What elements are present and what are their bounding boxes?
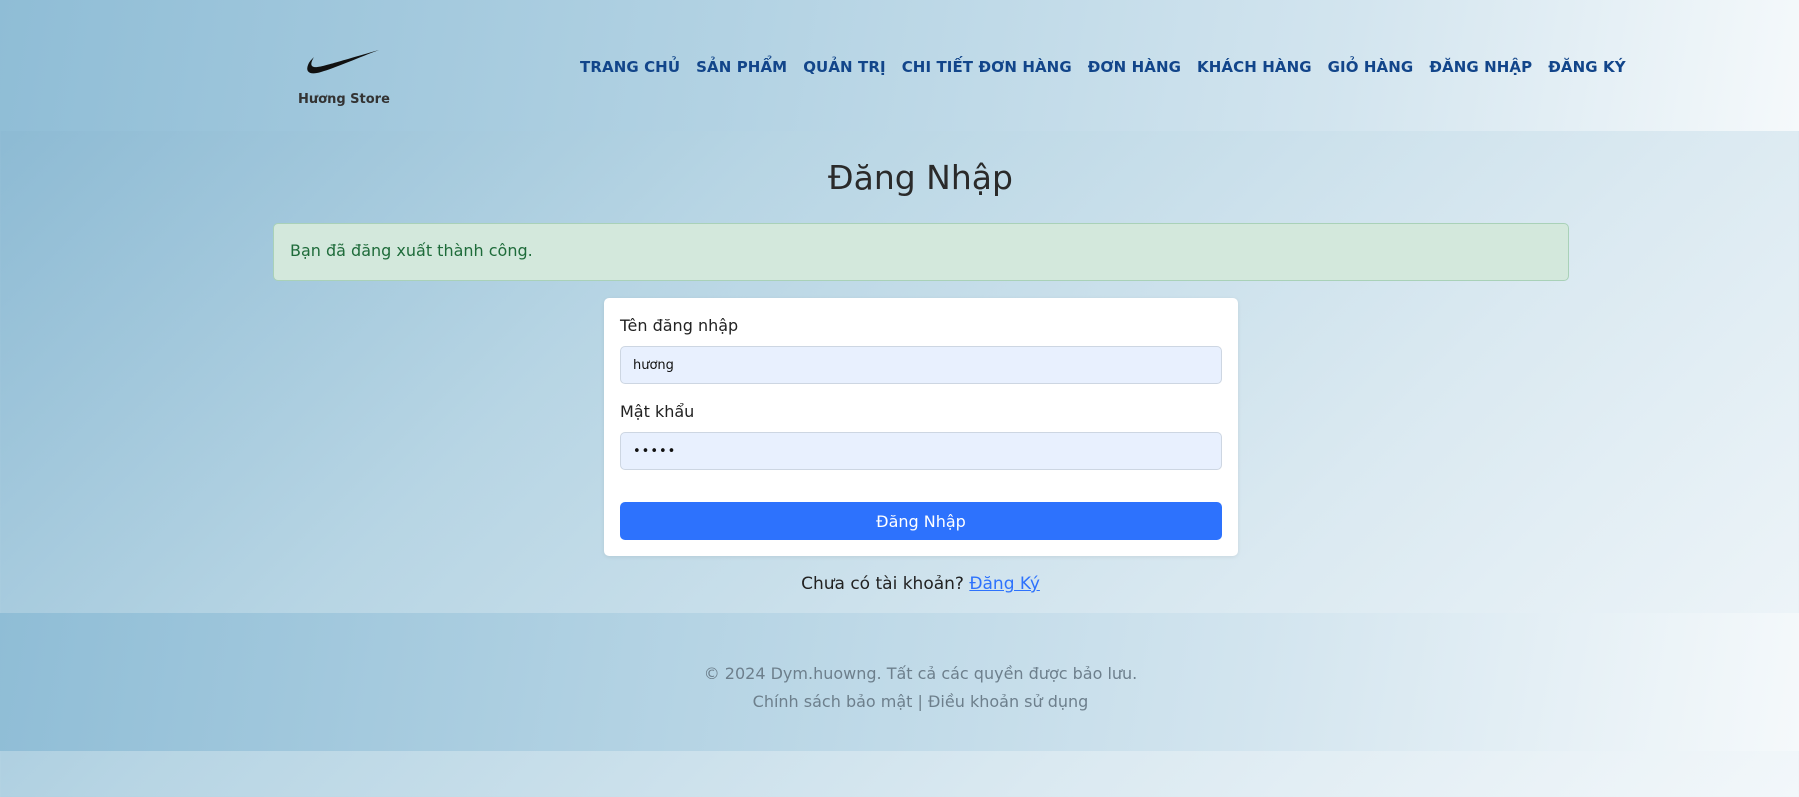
username-input[interactable] [620,346,1222,384]
nav-item-order-details[interactable]: CHI TIẾT ĐƠN HÀNG [902,58,1072,76]
register-prompt: Chưa có tài khoản? [801,574,964,594]
main-nav: TRANG CHỦ SẢN PHẨM QUẢN TRỊ CHI TIẾT ĐƠN… [580,58,1626,76]
nav-item-products[interactable]: SẢN PHẨM [696,58,787,76]
nav-item-customers[interactable]: KHÁCH HÀNG [1197,58,1312,76]
swoosh-icon [307,50,379,74]
nav-item-admin[interactable]: QUẢN TRỊ [803,58,885,76]
nav-item-home[interactable]: TRANG CHỦ [580,58,680,76]
brand-name: Hương Store [298,92,390,107]
username-label: Tên đăng nhập [620,316,739,335]
register-link[interactable]: Đăng Ký [969,574,1040,594]
logout-success-alert: Bạn đã đăng xuất thành công. [273,223,1569,281]
password-label: Mật khẩu [620,402,695,421]
alert-message: Bạn đã đăng xuất thành công. [290,241,533,260]
footer-separator: | [917,692,923,711]
terms-of-use-link[interactable]: Điều khoản sử dụng [928,692,1088,711]
nav-item-login[interactable]: ĐĂNG NHẬP [1429,58,1532,76]
nav-item-orders[interactable]: ĐƠN HÀNG [1088,58,1181,76]
page-title: Đăng Nhập [828,158,1013,197]
footer-copyright: © 2024 Dym.huowng. Tất cả các quyền được… [703,664,1138,683]
site-header: Hương Store TRANG CHỦ SẢN PHẨM QUẢN TRỊ … [0,0,1799,131]
privacy-policy-link[interactable]: Chính sách bảo mật [753,692,913,711]
nav-item-cart[interactable]: GIỎ HÀNG [1328,58,1414,76]
footer-links: Chính sách bảo mật | Điều khoản sử dụng [0,692,1799,711]
brand-logo[interactable]: Hương Store [298,48,390,118]
register-prompt-row: Chưa có tài khoản? Đăng Ký [0,574,1799,594]
nav-item-register[interactable]: ĐĂNG KÝ [1548,58,1625,76]
login-button[interactable]: Đăng Nhập [620,502,1222,540]
password-input[interactable] [620,432,1222,470]
login-form: Tên đăng nhập Mật khẩu Đăng Nhập [604,298,1238,556]
site-footer: © 2024 Dym.huowng. Tất cả các quyền được… [0,613,1799,751]
